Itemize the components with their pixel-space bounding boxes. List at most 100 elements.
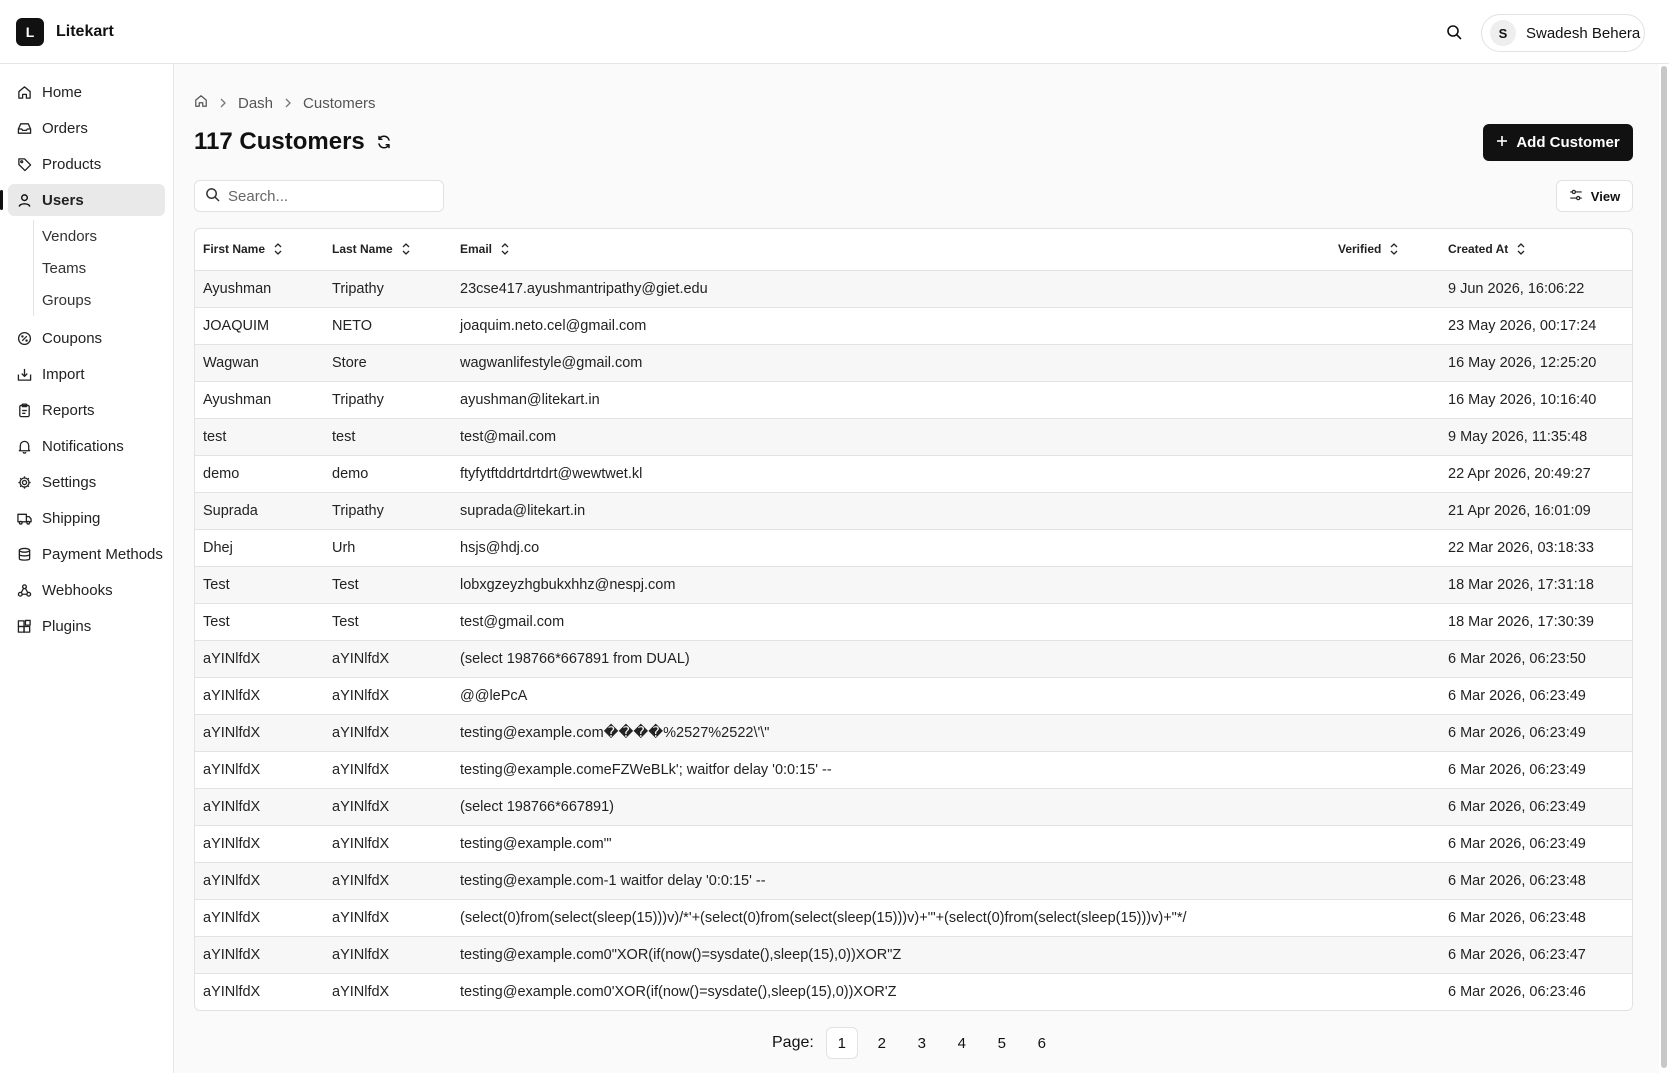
cell-first-name: aYINlfdX (195, 751, 324, 789)
table-row[interactable]: aYINlfdX aYINlfdX testing@example.com-1 wa… (195, 862, 1632, 900)
table-row[interactable]: aYINlfdX aYINlfdX (select 198766*667891) 6 … (195, 788, 1632, 826)
page-button[interactable]: 3 (906, 1027, 938, 1059)
table-row[interactable]: demo demo ftyfytftddrtdrtdrt@wewtwet.kl 22 … (195, 455, 1632, 493)
cell-first-name: aYINlfdX (195, 936, 324, 974)
page-button[interactable]: 4 (946, 1027, 978, 1059)
customers-table: First Name Last Name Email Verified Crea… (194, 228, 1633, 1011)
column-header-created-at[interactable]: Created At (1440, 229, 1632, 271)
table-row[interactable]: test test test@mail.com 9 May 2026, 11:35:4… (195, 418, 1632, 456)
table-header-row: First Name Last Name Email Verified Crea… (195, 229, 1632, 271)
user-menu-button[interactable]: S Swadesh Behera (1481, 14, 1645, 52)
scrollbar-thumb[interactable] (1661, 66, 1667, 1068)
page-button[interactable]: 6 (1026, 1027, 1058, 1059)
view-options-button[interactable]: View (1556, 180, 1633, 212)
users-submenu: Vendors Teams Groups (33, 220, 173, 316)
table-row[interactable]: aYINlfdX aYINlfdX @@lePcA 6 Mar 2026, 06:23… (195, 677, 1632, 715)
table-row[interactable]: aYINlfdX aYINlfdX testing@example.com0'XOR… (195, 973, 1632, 1010)
cell-last-name: Store (324, 344, 452, 382)
table-row[interactable]: aYINlfdX aYINlfdX testing@example.comeFZWe… (195, 751, 1632, 789)
cell-first-name: Suprada (195, 492, 324, 530)
cell-email: testing@example.com'" (452, 825, 1330, 863)
sidebar-subitem-vendors[interactable]: Vendors (34, 220, 173, 252)
cell-email: test@mail.com (452, 418, 1330, 456)
cell-last-name: aYINlfdX (324, 825, 452, 863)
add-customer-button[interactable]: Add Customer (1483, 124, 1633, 161)
cell-last-name: demo (324, 455, 452, 493)
table-row[interactable]: Ayushman Tripathy 23cse417.ayushmantripath… (195, 270, 1632, 308)
sidebar-subitem-teams[interactable]: Teams (34, 252, 173, 284)
cell-first-name: JOAQUIM (195, 307, 324, 345)
page-button[interactable]: 5 (986, 1027, 1018, 1059)
table-row[interactable]: Test Test lobxgzeyzhgbukxhhz@nespj.com 18 M… (195, 566, 1632, 604)
table-row[interactable]: aYINlfdX aYINlfdX testing@example.com����%… (195, 714, 1632, 752)
cell-last-name: NETO (324, 307, 452, 345)
cell-verified (1330, 862, 1440, 900)
cell-created-at: 9 May 2026, 11:35:48 (1440, 418, 1632, 456)
sidebar-item-orders[interactable]: Orders (8, 112, 165, 144)
sidebar-subitem-groups[interactable]: Groups (34, 284, 173, 316)
table-row[interactable]: Ayushman Tripathy ayushman@litekart.in 16 M… (195, 381, 1632, 419)
pagination: Page: 1 2 3 4 5 6 (772, 1027, 1058, 1059)
table-row[interactable]: Test Test test@gmail.com 18 Mar 2026, 17:30… (195, 603, 1632, 641)
sidebar-item-import[interactable]: Import (8, 358, 165, 390)
cell-email: hsjs@hdj.co (452, 529, 1330, 567)
cell-verified (1330, 640, 1440, 678)
cell-verified (1330, 899, 1440, 937)
sidebar-item-coupons[interactable]: Coupons (8, 322, 165, 354)
cell-email: testing@example.comeFZWeBLk'; waitfor de… (452, 751, 1330, 789)
table-row[interactable]: aYINlfdX aYINlfdX testing@example.com0"XOR… (195, 936, 1632, 974)
cell-created-at: 16 May 2026, 12:25:20 (1440, 344, 1632, 382)
column-header-verified[interactable]: Verified (1330, 229, 1440, 271)
main-content: Dash Customers 117 Customers Add Custome… (174, 64, 1659, 1073)
column-header-first-name[interactable]: First Name (195, 229, 324, 271)
refresh-icon[interactable] (376, 134, 394, 152)
cell-email: joaquim.neto.cel@gmail.com (452, 307, 1330, 345)
cell-verified (1330, 529, 1440, 567)
column-header-email[interactable]: Email (452, 229, 1330, 271)
cell-verified (1330, 307, 1440, 345)
sidebar-item-label: Settings (42, 473, 97, 491)
top-bar: L Litekart S Swadesh Behera (0, 0, 1669, 64)
table-row[interactable]: aYINlfdX aYINlfdX testing@example.com'" 6 M… (195, 825, 1632, 863)
table-row[interactable]: aYINlfdX aYINlfdX (select 198766*667891 fr… (195, 640, 1632, 678)
breadcrumb-customers: Customers (303, 94, 376, 112)
cell-last-name: Tripathy (324, 492, 452, 530)
table-row[interactable]: aYINlfdX aYINlfdX (select(0)from(select(sl… (195, 899, 1632, 937)
gear-icon (16, 474, 32, 490)
table-row[interactable]: Wagwan Store wagwanlifestyle@gmail.com 16 M… (195, 344, 1632, 382)
page-button[interactable]: 2 (866, 1027, 898, 1059)
cell-last-name: aYINlfdX (324, 788, 452, 826)
table-row[interactable]: Suprada Tripathy suprada@litekart.in 21 Apr… (195, 492, 1632, 530)
sidebar-item-reports[interactable]: Reports (8, 394, 165, 426)
cell-last-name: aYINlfdX (324, 936, 452, 974)
home-icon[interactable] (194, 94, 208, 112)
sidebar-item-users[interactable]: Users (0, 184, 165, 216)
cell-first-name: Ayushman (195, 381, 324, 419)
table-row[interactable]: Dhej Urh hsjs@hdj.co 22 Mar 2026, 03:18:33 (195, 529, 1632, 567)
brand[interactable]: L Litekart (16, 18, 114, 46)
sidebar-item-notifications[interactable]: Notifications (8, 430, 165, 462)
sidebar-item-settings[interactable]: Settings (8, 466, 165, 498)
cell-created-at: 22 Apr 2026, 20:49:27 (1440, 455, 1632, 493)
sidebar-item-shipping[interactable]: Shipping (8, 502, 165, 534)
truck-icon (16, 510, 32, 526)
sidebar-item-home[interactable]: Home (8, 76, 165, 108)
search-icon[interactable] (1443, 21, 1465, 43)
page-button[interactable]: 1 (825, 1027, 858, 1059)
sidebar-item-payment-methods[interactable]: Payment Methods (8, 538, 165, 570)
search-field[interactable] (194, 180, 444, 212)
search-input[interactable] (228, 187, 428, 205)
sidebar-item-products[interactable]: Products (8, 148, 165, 180)
brand-name: Litekart (56, 23, 114, 40)
cell-created-at: 6 Mar 2026, 06:23:49 (1440, 714, 1632, 752)
sidebar-item-plugins[interactable]: Plugins (8, 610, 165, 642)
sidebar-item-label: Home (42, 83, 83, 101)
cell-last-name: Test (324, 566, 452, 604)
sidebar-item-label: Users (42, 191, 84, 209)
cell-verified (1330, 788, 1440, 826)
breadcrumb-dash[interactable]: Dash (238, 95, 273, 112)
column-header-last-name[interactable]: Last Name (324, 229, 452, 271)
sidebar-item-webhooks[interactable]: Webhooks (8, 574, 165, 606)
table-row[interactable]: JOAQUIM NETO joaquim.neto.cel@gmail.com 23 … (195, 307, 1632, 345)
column-label: Last Name (332, 242, 393, 257)
